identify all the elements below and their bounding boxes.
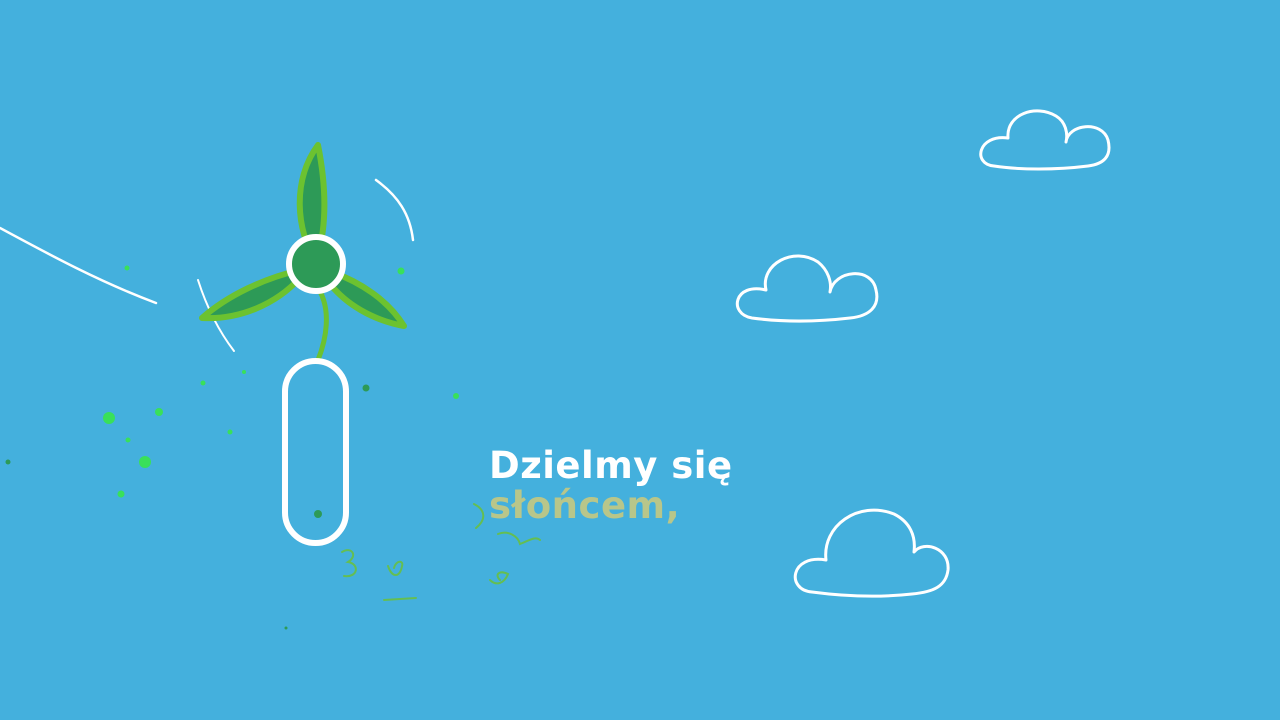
caption-line-2: słońcem, bbox=[489, 484, 681, 527]
wind-streak bbox=[0, 226, 158, 305]
wind-turbine-icon bbox=[199, 142, 407, 546]
turbine-hub bbox=[286, 234, 346, 294]
caption-line-1: Dzielmy się bbox=[489, 444, 733, 487]
cloud-icon bbox=[793, 508, 950, 598]
caption: Dzielmy się słońcem, bbox=[489, 444, 733, 528]
cloud-icon bbox=[979, 109, 1111, 171]
illustration-scene bbox=[0, 109, 1111, 630]
wind-streak bbox=[374, 178, 415, 242]
cloud-icon bbox=[735, 254, 879, 323]
turbine-dot bbox=[314, 510, 322, 518]
turbine-blade bbox=[199, 267, 303, 322]
turbine-stem bbox=[315, 285, 329, 363]
